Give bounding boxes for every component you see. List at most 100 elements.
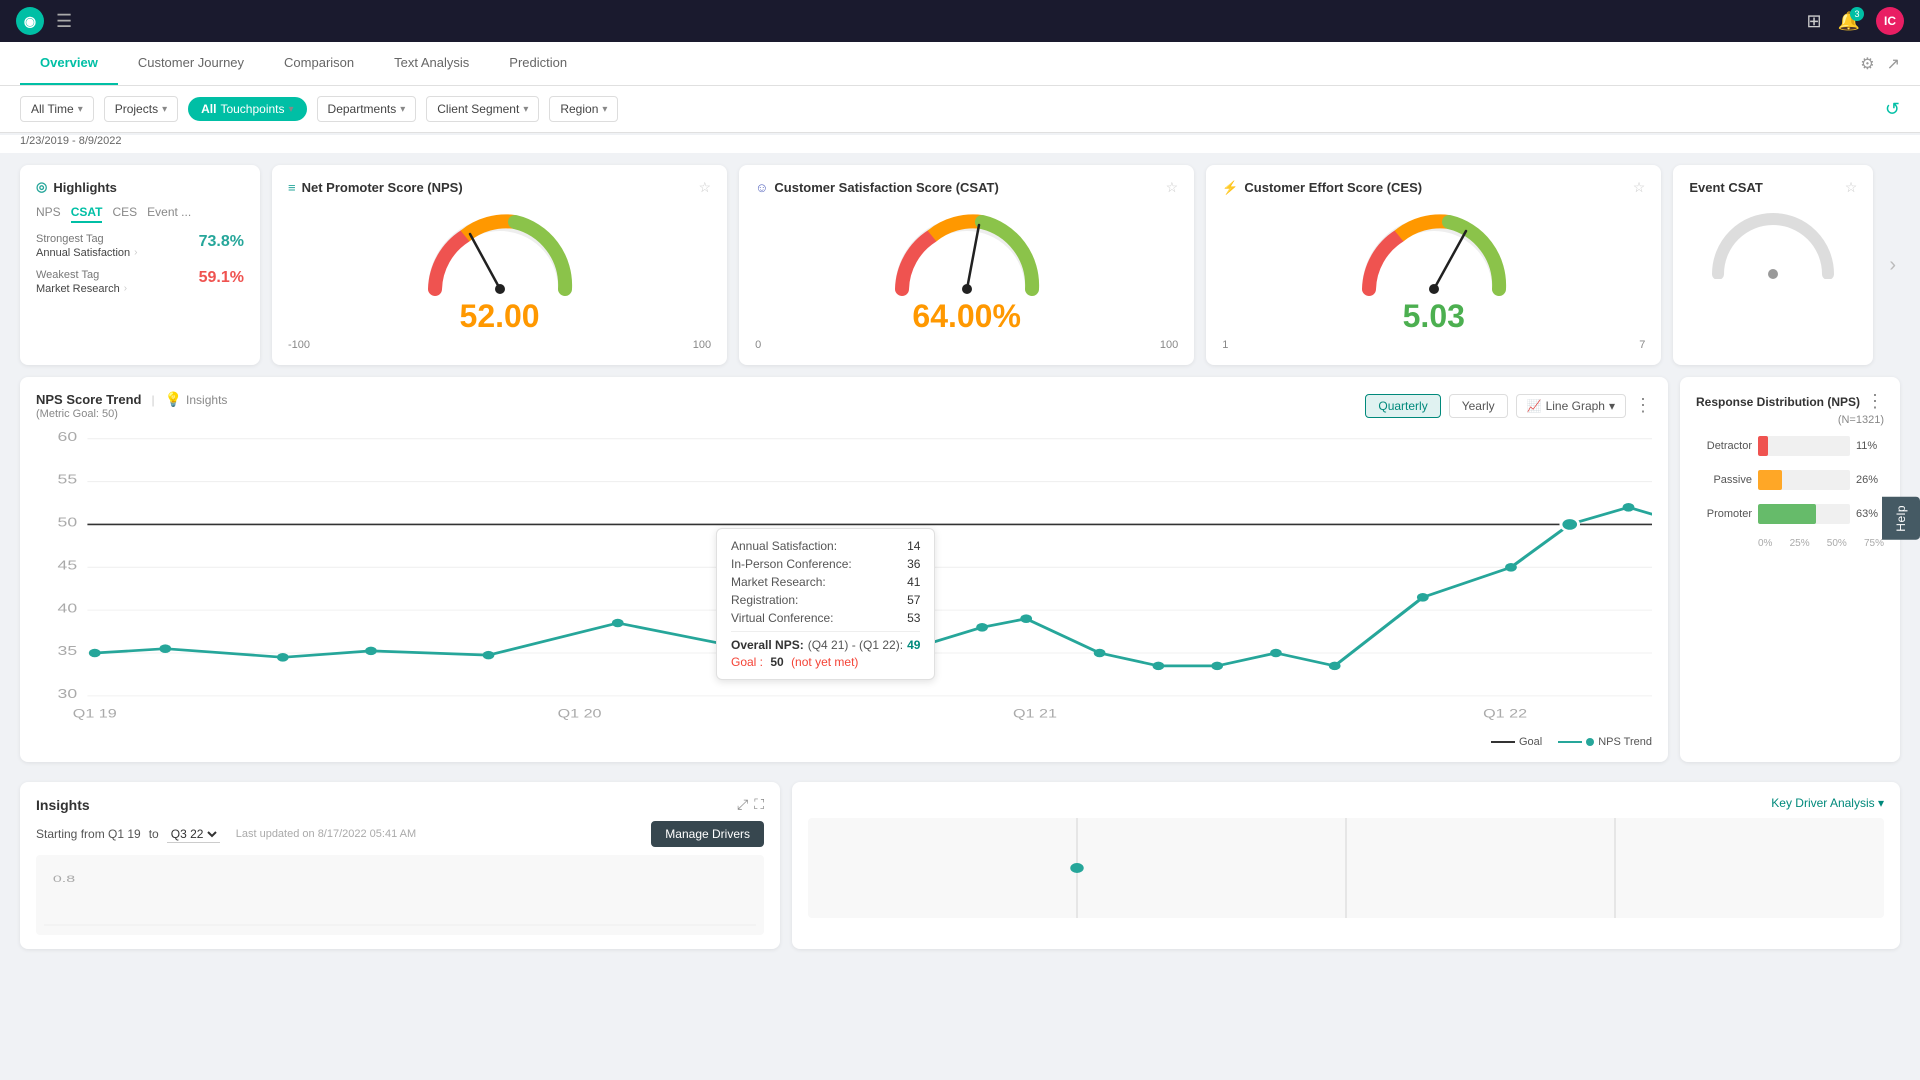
chevron-down-icon: ▾ xyxy=(162,104,167,115)
svg-text:50: 50 xyxy=(58,516,78,530)
quarterly-button[interactable]: Quarterly xyxy=(1365,394,1440,418)
key-driver-svg xyxy=(808,818,1884,918)
tooltip-annual-satisfaction-label: Annual Satisfaction: xyxy=(731,539,837,553)
tooltip-registration-label: Registration: xyxy=(731,593,798,607)
tab-comparison[interactable]: Comparison xyxy=(264,42,374,85)
distribution-axis: 0% 25% 50% 75% xyxy=(1696,538,1884,549)
strongest-tag-value: 73.8% xyxy=(199,233,244,251)
highlight-tab-csat[interactable]: CSAT xyxy=(71,203,103,223)
help-tab-wrapper[interactable]: Help xyxy=(1882,497,1920,540)
highlight-tab-nps[interactable]: NPS xyxy=(36,203,61,223)
nps-value: 52.00 xyxy=(460,298,540,335)
date-range-label: 1/23/2019 - 8/9/2022 xyxy=(0,135,1920,153)
detractor-bar xyxy=(1758,436,1768,456)
svg-text:40: 40 xyxy=(58,601,78,615)
quarter-select[interactable]: Q3 22 Q2 22 Q1 22 xyxy=(167,826,220,843)
svg-text:Q1 21: Q1 21 xyxy=(1013,706,1057,719)
csat-gauge: 64.00% 0 100 xyxy=(755,204,1178,351)
csat-card: ☺ Customer Satisfaction Score (CSAT) ☆ 6… xyxy=(739,165,1194,365)
legend-goal-line xyxy=(1491,741,1515,743)
tooltip-overall-nps-period: (Q4 21) - (Q1 22): xyxy=(808,638,903,652)
tab-text-analysis[interactable]: Text Analysis xyxy=(374,42,489,85)
highlight-tab-ces[interactable]: CES xyxy=(112,203,137,223)
app-logo[interactable]: ◉ xyxy=(16,7,44,35)
refresh-icon[interactable]: ↺ xyxy=(1885,99,1900,120)
bulb-icon: 💡 xyxy=(165,391,182,408)
ces-gauge-svg xyxy=(1354,204,1514,294)
ces-star-icon[interactable]: ☆ xyxy=(1633,179,1646,196)
departments-filter[interactable]: Departments ▾ xyxy=(317,96,417,122)
tooltip-overall-nps-value: 49 xyxy=(907,638,920,652)
client-segment-filter[interactable]: Client Segment ▾ xyxy=(426,96,539,122)
tooltip-registration-value: 57 xyxy=(907,593,920,607)
legend-trend-line xyxy=(1558,741,1582,743)
insights-mini-chart: 0.8 xyxy=(44,867,756,927)
promoter-bar-container xyxy=(1758,504,1850,524)
main-content-area: NPS Score Trend | 💡 Insights (Metric Goa… xyxy=(0,377,1920,774)
key-driver-dropdown[interactable]: Key Driver Analysis ▾ xyxy=(1771,796,1884,810)
tooltip-in-person-label: In-Person Conference: xyxy=(731,557,852,571)
distribution-count: (N=1321) xyxy=(1696,414,1884,426)
highlight-tab-event[interactable]: Event ... xyxy=(147,203,191,223)
highlight-tabs: NPS CSAT CES Event ... xyxy=(36,203,244,223)
navbar-right: ⊞ 🔔 3 IC xyxy=(1806,7,1904,35)
time-filter[interactable]: All Time ▾ xyxy=(20,96,94,122)
nav-menu-icon[interactable]: ☰ xyxy=(56,11,72,32)
detractor-label: Detractor xyxy=(1696,440,1752,452)
legend-trend-dot xyxy=(1586,738,1594,746)
csat-star-icon[interactable]: ☆ xyxy=(1166,179,1179,196)
touchpoints-filter[interactable]: All Touchpoints ▾ xyxy=(188,97,306,121)
tab-customer-journey[interactable]: Customer Journey xyxy=(118,42,264,85)
chevron-down-icon: ▾ xyxy=(523,104,528,115)
weakest-tag-label: Weakest Tag xyxy=(36,269,127,281)
cards-next-arrow[interactable]: › xyxy=(1885,165,1900,365)
detractor-bar-container xyxy=(1758,436,1850,456)
key-driver-chart-placeholder xyxy=(808,818,1884,918)
chevron-down-icon: ▾ xyxy=(289,104,294,115)
chart-more-options[interactable]: ⋮ xyxy=(1634,395,1652,416)
event-csat-star-icon[interactable]: ☆ xyxy=(1845,179,1858,196)
weakest-tag-value: 59.1% xyxy=(199,269,244,287)
svg-text:45: 45 xyxy=(58,559,78,573)
tooltip-market-research-label: Market Research: xyxy=(731,575,826,589)
distribution-more-options[interactable]: ⋮ xyxy=(1866,391,1884,412)
nps-star-icon[interactable]: ☆ xyxy=(699,179,712,196)
passive-label: Passive xyxy=(1696,474,1752,486)
tab-prediction[interactable]: Prediction xyxy=(489,42,587,85)
nps-card-title: Net Promoter Score (NPS) xyxy=(302,180,463,195)
fullscreen-icon[interactable]: ⛶ xyxy=(754,796,764,813)
grid-icon[interactable]: ⊞ xyxy=(1806,11,1821,32)
insights-link[interactable]: 💡 Insights xyxy=(165,391,228,408)
tab-bar: Overview Customer Journey Comparison Tex… xyxy=(0,42,1920,86)
promoter-label: Promoter xyxy=(1696,508,1752,520)
nps-gauge: 52.00 -100 100 xyxy=(288,204,711,351)
event-csat-card: Event CSAT ☆ xyxy=(1673,165,1873,365)
legend-nps-trend: NPS Trend xyxy=(1558,736,1652,748)
user-avatar[interactable]: IC xyxy=(1876,7,1904,35)
share-icon[interactable]: ↗ xyxy=(1887,54,1900,74)
metric-cards-row: ◎ Highlights NPS CSAT CES Event ... Stro… xyxy=(0,153,1920,377)
chevron-right-icon: › xyxy=(134,247,137,258)
insights-sub-header: Starting from Q1 19 to Q3 22 Q2 22 Q1 22… xyxy=(36,826,416,843)
yearly-button[interactable]: Yearly xyxy=(1449,394,1508,418)
detractor-pct: 11% xyxy=(1856,440,1884,452)
region-filter[interactable]: Region ▾ xyxy=(549,96,618,122)
navbar: ◉ ☰ ⊞ 🔔 3 IC xyxy=(0,0,1920,42)
manage-drivers-button[interactable]: Manage Drivers xyxy=(651,821,764,847)
key-driver-header: Key Driver Analysis ▾ xyxy=(808,796,1884,810)
expand-icon[interactable]: ⤢ xyxy=(737,796,748,813)
insights-panel: Insights ⤢ ⛶ Starting from Q1 19 to Q3 2… xyxy=(20,782,780,949)
event-csat-gauge-svg xyxy=(1708,204,1838,279)
dist-row-passive: Passive 26% xyxy=(1696,470,1884,490)
filter-bar: All Time ▾ Projects ▾ All Touchpoints ▾ … xyxy=(0,86,1920,133)
notifications-bell-icon[interactable]: 🔔 3 xyxy=(1838,11,1860,32)
nps-gauge-svg xyxy=(420,204,580,294)
tab-overview[interactable]: Overview xyxy=(20,42,118,85)
highlights-icon: ◎ xyxy=(36,179,47,195)
settings-icon[interactable]: ⚙ xyxy=(1860,54,1874,74)
projects-filter[interactable]: Projects ▾ xyxy=(104,96,178,122)
weakest-tag-name: Market Research xyxy=(36,283,120,295)
line-graph-dropdown[interactable]: 📈 Line Graph ▾ xyxy=(1516,394,1626,418)
help-tab[interactable]: Help xyxy=(1882,497,1920,540)
passive-bar-container xyxy=(1758,470,1850,490)
